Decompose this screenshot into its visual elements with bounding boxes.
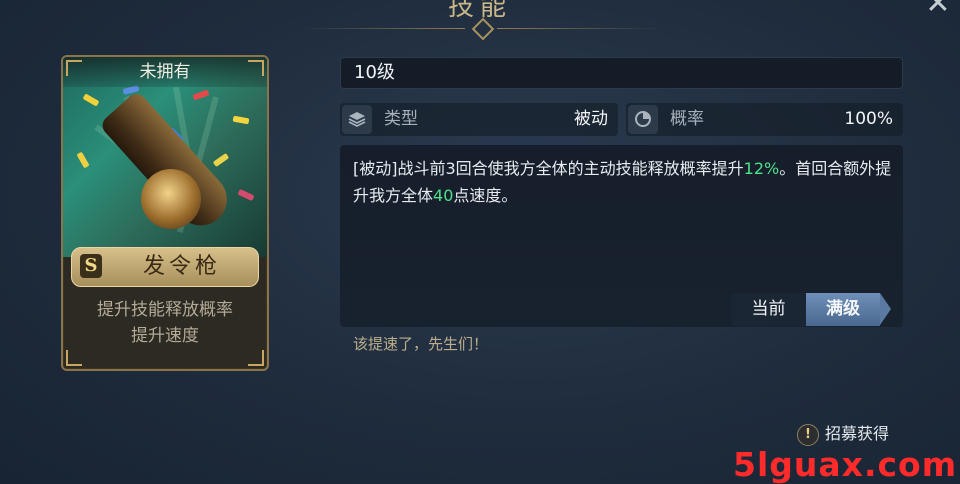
skill-artwork xyxy=(63,57,267,257)
skill-summary-line: 提升速度 xyxy=(131,326,199,346)
alert-icon: ! xyxy=(797,424,819,446)
ownership-status: 未拥有 xyxy=(63,57,267,87)
card-corner xyxy=(248,350,264,366)
type-value: 被动 xyxy=(574,109,608,129)
rank-badge: S xyxy=(80,254,102,278)
level-toggle: 当前 满级 xyxy=(731,293,891,326)
skill-description: [被动]战斗前3回合使我方全体的主动技能释放概率提升12%。首回合额外提升我方全… xyxy=(353,155,898,209)
card-corner xyxy=(66,60,82,76)
card-corner xyxy=(248,60,264,76)
confetti xyxy=(237,188,255,202)
skill-name: 发令枪 xyxy=(142,254,221,279)
type-label: 类型 xyxy=(384,109,418,129)
flavor-quote: 该提速了，先生们！ xyxy=(353,335,489,353)
title-divider-left xyxy=(300,28,465,29)
title-divider-right xyxy=(497,28,662,29)
description-text: [被动]战斗前3回合使我方全体的主动技能释放概率提升 xyxy=(353,159,744,178)
confetti xyxy=(212,152,230,168)
card-corner xyxy=(66,350,82,366)
rate-info: 概率 100% xyxy=(626,103,903,136)
rate-label: 概率 xyxy=(670,109,704,129)
level-display: 10级 xyxy=(340,57,903,89)
description-text: 点速度。 xyxy=(453,186,518,205)
dial-icon xyxy=(628,105,658,134)
confetti xyxy=(76,151,90,169)
confetti xyxy=(82,93,100,107)
skill-level: 10级 xyxy=(354,62,395,83)
watermark: 5lguax.com xyxy=(733,445,958,484)
skill-card: 未拥有 S 发令枪 提升技能释放概率 提升速度 xyxy=(61,55,269,371)
confetti xyxy=(232,115,250,125)
skill-summary-line: 提升技能释放概率 xyxy=(97,300,233,320)
layers-icon xyxy=(342,105,372,134)
header: 技能 ✕ xyxy=(0,0,960,41)
type-info: 类型 被动 xyxy=(340,103,618,136)
pistol-muzzle xyxy=(141,169,201,229)
confetti xyxy=(192,89,210,101)
max-level-arrow xyxy=(880,293,891,325)
description-highlight: 12% xyxy=(743,159,780,178)
current-level-button[interactable]: 当前 xyxy=(731,293,806,326)
description-highlight: 40 xyxy=(433,186,454,205)
skill-name-plate: S 发令枪 xyxy=(71,247,259,287)
skill-summary: 提升技能释放概率 提升速度 xyxy=(63,297,267,349)
max-level-button[interactable]: 满级 xyxy=(806,293,880,326)
close-icon[interactable]: ✕ xyxy=(920,0,956,19)
rate-value: 100% xyxy=(844,109,893,129)
recruit-label: 招募获得 xyxy=(825,424,890,443)
